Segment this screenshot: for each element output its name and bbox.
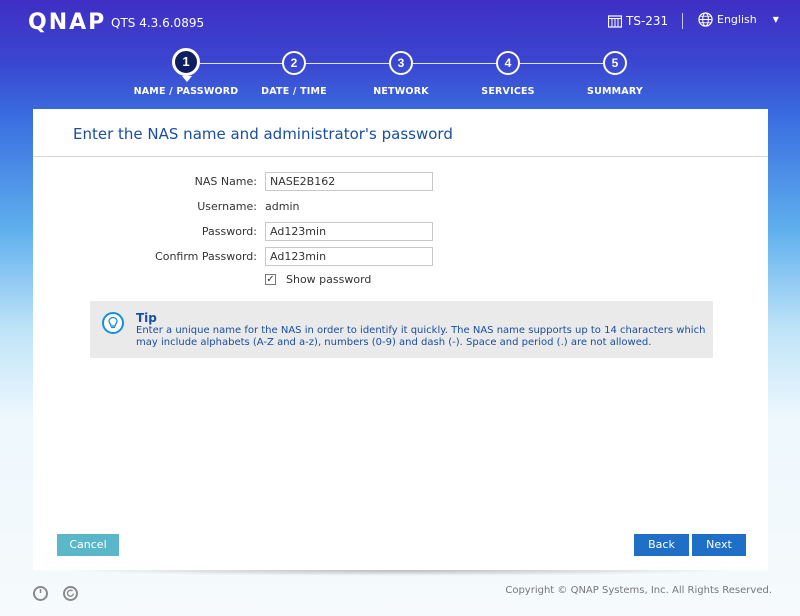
- step-connector: [519, 63, 603, 64]
- copyright-text: Copyright © QNAP Systems, Inc. All Right…: [505, 585, 772, 596]
- step-3-label: NETWORK: [373, 86, 429, 97]
- wizard-steps: 1 2 3 4 5 NAME / PASSWORD DATE / TIME NE…: [0, 0, 800, 100]
- confirm-password-input[interactable]: Ad123min: [265, 246, 433, 266]
- show-password-option[interactable]: ✓ Show password: [265, 273, 371, 286]
- username-value: admin: [265, 199, 300, 213]
- step-3-indicator: 3: [389, 51, 413, 75]
- step-1-label: NAME / PASSWORD: [133, 86, 239, 97]
- step-connector: [200, 63, 282, 64]
- step-connector: [412, 63, 496, 64]
- tip-box: Tip Enter a unique name for the NAS in o…: [90, 301, 713, 358]
- username-label: Username:: [197, 199, 257, 213]
- step-2-label: DATE / TIME: [261, 86, 327, 97]
- lightbulb-icon: [102, 312, 124, 334]
- restart-icon[interactable]: [63, 586, 78, 601]
- step-connector: [305, 63, 389, 64]
- page-title: Enter the NAS name and administrator's p…: [73, 125, 453, 143]
- nas-name-input[interactable]: NASE2B162: [265, 171, 433, 191]
- wizard-panel: Enter the NAS name and administrator's p…: [33, 109, 768, 570]
- tip-title: Tip: [136, 311, 157, 325]
- title-divider: [33, 156, 768, 157]
- step-2-indicator: 2: [282, 51, 306, 75]
- active-step-pointer: [182, 76, 192, 82]
- tip-text: Enter a unique name for the NAS in order…: [136, 325, 706, 348]
- step-1-indicator: 1: [172, 48, 200, 76]
- back-button[interactable]: Back: [634, 534, 689, 556]
- show-password-label: Show password: [286, 273, 372, 286]
- confirm-password-label: Confirm Password:: [155, 249, 257, 263]
- cancel-button[interactable]: Cancel: [57, 534, 119, 556]
- step-4-indicator: 4: [496, 51, 520, 75]
- step-5-label: SUMMARY: [587, 86, 643, 97]
- password-input[interactable]: Ad123min: [265, 221, 433, 241]
- next-button[interactable]: Next: [692, 534, 746, 556]
- nas-name-label: NAS Name:: [194, 174, 257, 188]
- panel-shadow: [62, 570, 738, 576]
- show-password-checkbox[interactable]: ✓: [265, 274, 276, 285]
- step-5-indicator: 5: [603, 51, 627, 75]
- power-icon[interactable]: [33, 586, 48, 601]
- password-label: Password:: [201, 224, 257, 238]
- step-4-label: SERVICES: [481, 86, 535, 97]
